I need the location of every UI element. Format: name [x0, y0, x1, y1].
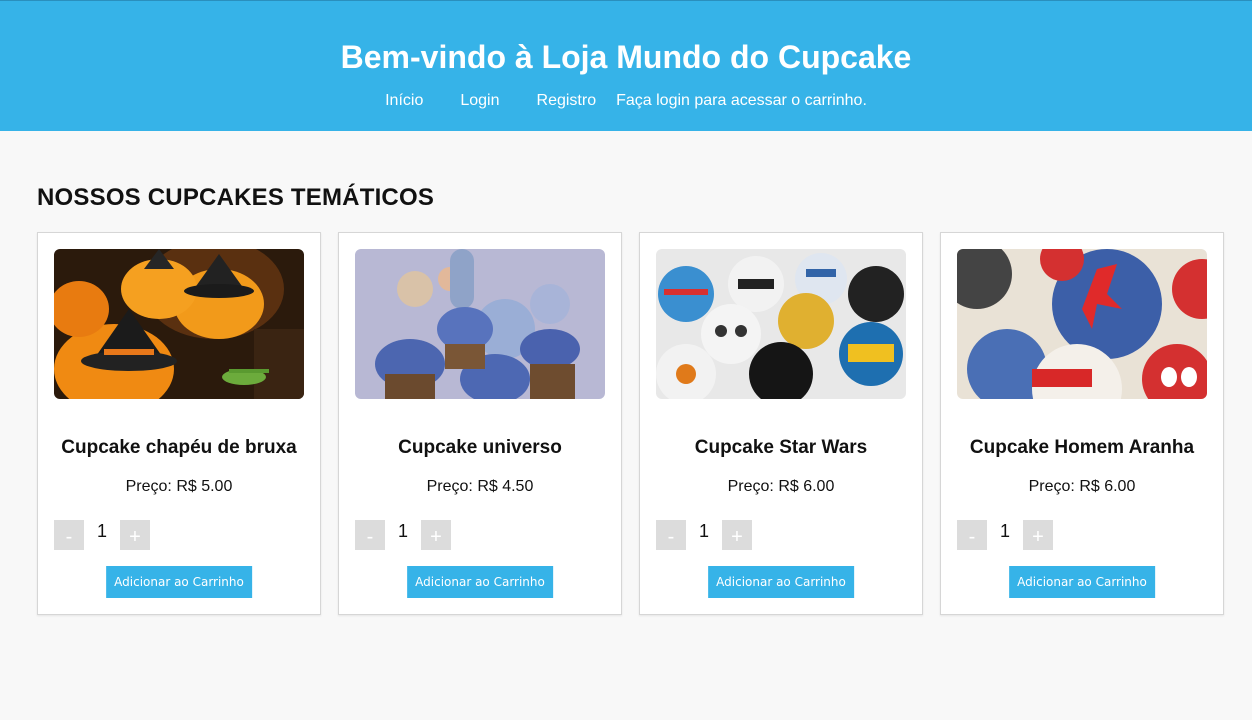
quantity-stepper: - 1 +: [957, 520, 1053, 550]
product-card: Cupcake universo Preço: R$ 4.50 - 1 + Ad…: [338, 232, 622, 615]
witch-hat-cupcake-image: [54, 249, 304, 399]
product-card: Cupcake Homem Aranha Preço: R$ 6.00 - 1 …: [940, 232, 1224, 615]
product-image-star-wars-cupcake[interactable]: [656, 249, 906, 399]
product-name: Cupcake universo: [398, 437, 562, 458]
quantity-value: 1: [999, 520, 1010, 541]
quantity-value: 1: [96, 520, 107, 541]
product-card: Cupcake Star Wars Preço: R$ 6.00 - 1 + A…: [639, 232, 923, 615]
product-price: Preço: R$ 6.00: [727, 478, 835, 495]
nav-link-login[interactable]: Login: [460, 92, 499, 110]
add-to-cart-button[interactable]: Adicionar ao Carrinho: [1009, 566, 1155, 598]
product-name: Cupcake Homem Aranha: [969, 437, 1195, 458]
nav-link-inicio[interactable]: Início: [385, 92, 423, 110]
product-name: Cupcake Star Wars: [694, 437, 868, 458]
product-image-witch-hat-cupcake[interactable]: [54, 249, 304, 399]
add-to-cart-button[interactable]: Adicionar ao Carrinho: [407, 566, 553, 598]
product-price: Preço: R$ 4.50: [426, 478, 534, 495]
product-name: Cupcake chapéu de bruxa: [61, 437, 297, 458]
spider-man-cupcake-image: [957, 249, 1207, 399]
product-image-universe-cupcake[interactable]: [355, 249, 605, 399]
site-header: Bem-vindo à Loja Mundo do Cupcake Início…: [0, 0, 1252, 131]
main-nav: Início Login Registro Faça login para ac…: [0, 92, 1252, 110]
product-image-spider-man-cupcake[interactable]: [957, 249, 1207, 399]
increase-quantity-button[interactable]: +: [120, 520, 150, 550]
universe-cupcake-image: [355, 249, 605, 399]
add-to-cart-button[interactable]: Adicionar ao Carrinho: [708, 566, 854, 598]
increase-quantity-button[interactable]: +: [421, 520, 451, 550]
decrease-quantity-button[interactable]: -: [355, 520, 385, 550]
decrease-quantity-button[interactable]: -: [54, 520, 84, 550]
product-price: Preço: R$ 6.00: [1028, 478, 1136, 495]
product-price: Preço: R$ 5.00: [125, 478, 233, 495]
add-to-cart-button[interactable]: Adicionar ao Carrinho: [106, 566, 252, 598]
increase-quantity-button[interactable]: +: [1023, 520, 1053, 550]
login-message: Faça login para acessar o carrinho.: [616, 92, 867, 109]
decrease-quantity-button[interactable]: -: [957, 520, 987, 550]
product-grid: Cupcake chapéu de bruxa Preço: R$ 5.00 -…: [37, 232, 1224, 615]
increase-quantity-button[interactable]: +: [722, 520, 752, 550]
nav-link-registro[interactable]: Registro: [537, 92, 597, 110]
page-title: Bem-vindo à Loja Mundo do Cupcake: [340, 39, 912, 75]
product-card: Cupcake chapéu de bruxa Preço: R$ 5.00 -…: [37, 232, 321, 615]
quantity-value: 1: [698, 520, 709, 541]
decrease-quantity-button[interactable]: -: [656, 520, 686, 550]
quantity-stepper: - 1 +: [355, 520, 451, 550]
star-wars-cupcake-image: [656, 249, 906, 399]
quantity-value: 1: [397, 520, 408, 541]
quantity-stepper: - 1 +: [54, 520, 150, 550]
section-title: NOSSOS CUPCAKES TEMÁTICOS: [37, 184, 435, 211]
quantity-stepper: - 1 +: [656, 520, 752, 550]
